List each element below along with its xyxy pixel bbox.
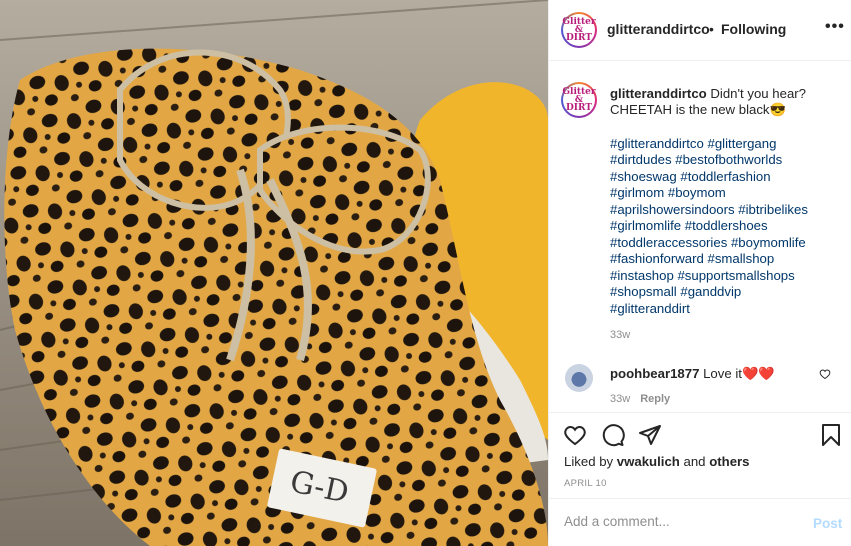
more-icon[interactable]: ••• <box>825 18 845 36</box>
caption-timestamp[interactable]: 33w <box>610 329 630 341</box>
hashtag-line[interactable]: #instashop #supportsmallshops <box>610 268 840 284</box>
post-side-panel: Glitter & DIRT glitteranddirtco • Follow… <box>548 0 851 546</box>
bookmark-icon[interactable] <box>821 423 841 447</box>
add-comment-input[interactable] <box>564 514 799 529</box>
reply-button[interactable]: Reply <box>640 393 670 405</box>
author-avatar[interactable]: Glitter & DIRT <box>561 12 597 48</box>
hashtag-line[interactable]: #shoeswag #toddlerfashion <box>610 169 840 185</box>
post-header: Glitter & DIRT glitteranddirtco • Follow… <box>549 0 851 61</box>
comment-meta: 33w Reply <box>610 393 670 405</box>
likes-summary: Liked by vwakulich and others <box>564 454 750 469</box>
likes-prefix: Liked by <box>564 454 617 469</box>
likes-joiner: and <box>679 454 710 469</box>
hashtag-list: #glitteranddirtco #glittergang #dirtdude… <box>610 136 840 317</box>
post-date[interactable]: APRIL 10 <box>564 478 607 489</box>
hashtag-line[interactable]: #glitteranddirtco #glittergang <box>610 136 840 152</box>
caption-text: glitteranddirtco Didn't you hear? CHEETA… <box>610 86 840 119</box>
hashtag-line[interactable]: #fashionforward #smallshop <box>610 251 840 267</box>
author-username[interactable]: glitteranddirtco <box>607 21 710 37</box>
commenter-username[interactable]: poohbear1877 <box>610 366 699 381</box>
post-photo[interactable]: G-D <box>0 0 548 546</box>
post-comment-button[interactable]: Post <box>813 516 842 531</box>
hashtag-line[interactable]: #aprilshowersindoors #ibtribelikes <box>610 202 840 218</box>
hashtag-line[interactable]: #girlmom #boymom <box>610 185 840 201</box>
comment-body: Love it❤️❤️ <box>699 366 775 381</box>
share-icon[interactable] <box>638 423 662 447</box>
cheetah-shoe-image <box>0 0 548 546</box>
hashtag-line[interactable]: #shopsmall #ganddvip <box>610 284 840 300</box>
commenter-avatar[interactable] <box>565 364 593 392</box>
comment-heart-icon[interactable] <box>819 368 831 380</box>
caption-username[interactable]: glitteranddirtco <box>610 86 707 101</box>
action-bar: Liked by vwakulich and others APRIL 10 <box>549 412 851 498</box>
comment-icon[interactable] <box>601 423 625 447</box>
hashtag-line[interactable]: #toddleraccessories #boymomlife <box>610 235 840 251</box>
hashtag-line[interactable]: #dirtdudes #bestofbothworlds <box>610 152 840 168</box>
comment-item: poohbear1877 Love it❤️❤️ 33w Reply <box>549 362 851 412</box>
avatar-logo: Glitter & DIRT <box>562 14 596 46</box>
add-comment-bar: Post <box>549 498 851 546</box>
avatar-logo: Glitter & DIRT <box>562 84 596 116</box>
caption-author-avatar[interactable]: Glitter & DIRT <box>561 82 597 118</box>
liker-username[interactable]: vwakulich <box>617 454 680 469</box>
hashtag-line[interactable]: #girlmomlife #toddlershoes <box>610 218 840 234</box>
following-button[interactable]: Following <box>721 21 786 37</box>
hashtag-line[interactable]: #glitteranddirt <box>610 301 840 317</box>
heart-icon[interactable] <box>563 423 587 447</box>
separator-dot: • <box>709 21 714 37</box>
likes-others-link[interactable]: others <box>709 454 749 469</box>
comment-text: poohbear1877 Love it❤️❤️ <box>610 366 775 382</box>
comment-timestamp[interactable]: 33w <box>610 393 630 405</box>
